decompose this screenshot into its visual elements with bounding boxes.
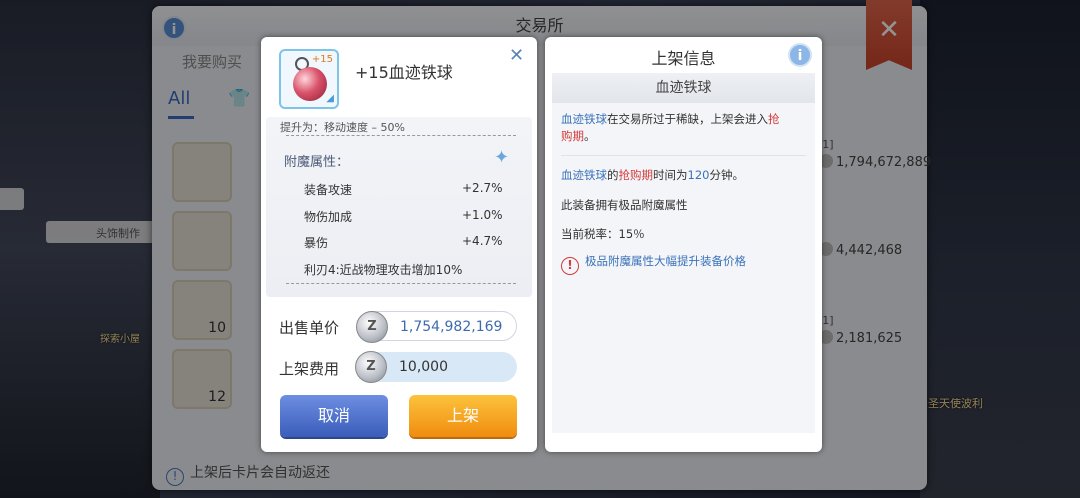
sell-dialog: +15 ◢ +15血迹铁球 ✕ 提升为：移动速度 – 50% 附魔属性： ✦ 装…	[261, 37, 537, 452]
listing-info-dialog: 上架信息 i 血迹铁球 血迹铁球在交易所过于稀缺，上架会进入抢 购期。 血迹铁球…	[545, 37, 822, 452]
rush-period: 抢购期	[618, 168, 654, 182]
text: 分钟。	[709, 168, 744, 182]
rush-period-b: 购期	[561, 129, 584, 143]
list-button[interactable]: 上架	[409, 395, 517, 437]
item-name: +15血迹铁球	[355, 63, 453, 82]
extra-attribute: 利刃4:近战物理攻击增加10%	[304, 263, 463, 277]
rush-duration-line: 血迹铁球的抢购期时间为120分钟。	[561, 167, 744, 183]
zeny-coin-icon: Z	[356, 311, 388, 343]
corner-mark-icon: ◢	[326, 93, 334, 104]
attribute-value: +4.7%	[462, 234, 503, 248]
text: 的	[607, 168, 619, 182]
refine-badge: +15	[311, 54, 333, 65]
text: 时间为	[653, 168, 688, 182]
iron-ball-icon	[293, 67, 327, 101]
unit-price-value: 1,754,982,169	[400, 319, 503, 335]
magic-wand-icon[interactable]: ✦	[494, 147, 509, 168]
item-icon: +15 ◢	[279, 49, 339, 109]
attribute-name: 暴伤	[304, 236, 329, 250]
scarcity-line-2: 购期。	[561, 128, 596, 144]
attribute-panel: 提升为：移动速度 – 50% 附魔属性： ✦ 装备攻速 +2.7% 物伤加成 +…	[266, 117, 532, 297]
unit-price-label: 出售单价	[279, 319, 340, 337]
price-warning: ! 极品附魔属性大幅提升装备价格	[561, 253, 746, 275]
cancel-button[interactable]: 取消	[280, 395, 388, 437]
info-title: 上架信息	[651, 49, 716, 68]
zeny-coin-icon: Z	[355, 351, 387, 383]
scarcity-line: 血迹铁球在交易所过于稀缺，上架会进入抢	[561, 111, 780, 127]
premium-enchant-line: 此装备拥有极品附魔属性	[561, 198, 688, 212]
period-end: 。	[584, 129, 596, 143]
divider	[561, 155, 806, 156]
close-icon[interactable]: ✕	[509, 45, 524, 66]
rush-period-a: 抢	[768, 112, 780, 126]
info-icon[interactable]: i	[788, 43, 812, 67]
listing-fee-label: 上架费用	[279, 360, 340, 378]
enchant-label: 附魔属性：	[284, 155, 350, 170]
info-item-name: 血迹铁球	[552, 73, 815, 103]
attribute-value: +2.7%	[462, 181, 503, 195]
rush-minutes: 120	[687, 168, 710, 182]
scarcity-text: 在交易所过于稀缺，上架会进入	[607, 112, 768, 126]
divider	[286, 283, 516, 284]
item-link: 血迹铁球	[561, 112, 607, 126]
info-body: 血迹铁球在交易所过于稀缺，上架会进入抢 购期。 血迹铁球的抢购期时间为120分钟…	[552, 103, 815, 433]
warning-text: 极品附魔属性大幅提升装备价格	[585, 254, 746, 268]
modal-overlay	[0, 0, 1080, 498]
attribute-value: +1.0%	[462, 208, 503, 222]
listing-fee-value: 10,000	[399, 359, 448, 375]
tax-rate-line: 当前税率：15％	[561, 227, 645, 241]
divider	[286, 135, 516, 136]
warning-icon: !	[561, 257, 579, 275]
upgrade-line: 提升为：移动速度 – 50%	[280, 121, 405, 134]
unit-price-input[interactable]: Z 1,754,982,169	[356, 311, 517, 343]
listing-fee-display: Z 10,000	[355, 351, 517, 383]
item-link: 血迹铁球	[561, 168, 607, 182]
attribute-name: 装备攻速	[304, 183, 353, 197]
attribute-name: 物伤加成	[304, 210, 353, 224]
